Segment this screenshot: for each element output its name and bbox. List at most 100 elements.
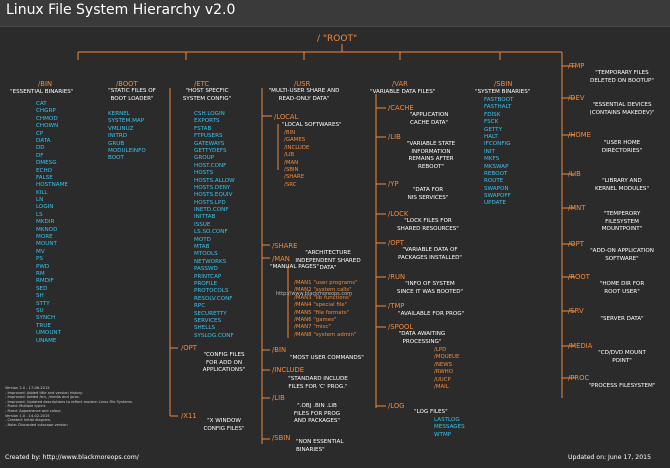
var-yp-header: /YP [388,180,399,188]
home-desc: "USER HOME DIRECTORIES" [601,140,643,154]
usr-share-header: /SHARE [272,242,298,250]
root-desc: "HOME DIR FOR ROOT USER" [599,281,645,295]
list-item: CHOWN [36,123,59,130]
list-item: MKFS [484,156,500,163]
list-item: CHGRP [36,108,56,115]
list-item: CHMOD [36,115,58,122]
lib-header: /LIB [568,170,581,178]
list-item: FALSE [36,174,53,181]
list-item: GATEWAYS [194,140,225,147]
list-item: SU [36,307,44,314]
opt-desc: "ADD-ON APPLICATION SOFTWARE" [590,248,654,262]
list-item: HOSTS.LPD [194,199,226,206]
list-item: FASTHALT [484,104,512,111]
list-item: LN [36,197,44,204]
var-header: /VAR [392,80,408,88]
list-item: /BIN [284,130,296,136]
boot-header: /BOOT [116,80,138,88]
root-header: /ROOT [568,273,590,281]
mnt-desc: "TEMPERORY FILESYSTEM MOUNTPOINT" [601,211,643,233]
var-lock-desc: "LOCK FILES FOR SHARED RESOURCES" [397,218,459,232]
usr-sbin-desc: "NON ESSENTIAL BINARIES" [296,439,344,453]
var-cache-header: /CACHE [388,104,414,112]
usr-local-desc: "LOCAL SOFTWARES" [282,122,342,128]
var-lib-header: /LIB [388,133,401,141]
list-item: SYNCH [36,315,56,322]
list-item: MESSAGES [434,424,465,431]
list-item: /NEWS [434,361,453,368]
list-item: /MAN1 "user programs" [294,280,358,286]
list-item: REBOOT [484,170,508,177]
usr-local-list: /BIN/GAMES/INCLUDE/LIB/MAN/SBIN/SHARE/SR… [284,130,309,189]
list-item: STTY [36,300,50,307]
var-log-desc: "LOG FILES" [414,409,448,415]
list-item: VMLINUZ [108,125,134,132]
list-item: PS [36,256,43,263]
tmp-header: /TMP [568,62,585,70]
list-item: DMESG [36,160,57,167]
list-item: FASTBOOT [484,97,514,103]
list-item: /MAN5 "file formats" [294,309,350,316]
list-item: FSTAB [194,125,212,132]
list-item: /MAN7 "misc" [294,324,331,331]
var-tmp-header: /TMP [388,302,405,310]
list-item: MOTD [194,236,211,243]
var-run-desc: "INFO OF SYSTEM SINCE IT WAS BOOTED" [396,281,464,295]
list-item: ISSUE [194,221,211,228]
list-item: INIT [484,148,495,155]
list-item: /SHARE [284,174,305,181]
list-item: CP [36,130,44,137]
etc-x11-desc: "X WINDOW CONFIG FILES" [203,418,245,432]
var-spool-list: /LPD/MQUEUE/NEWS/RWHO/UUCP/MAIL [434,347,459,391]
list-item: /MAN4 "special file" [294,302,348,309]
list-item: MODULEINFO [108,147,146,154]
usr-desc: "MULTI-USER SHARE AND READ-ONLY DATA" [268,88,340,102]
home-header: /HOME [568,131,591,139]
proc-desc: "PROCESS FILESYSTEM" [588,383,656,389]
usr-local-header: /LOCAL [274,113,299,121]
list-item: ECHO [36,167,53,174]
list-item: LS [36,211,43,218]
list-item: PRINTCAP [194,273,222,280]
usr-lib-desc: ".OBJ .BIN .LIB FILES FOR PROG AND PACKA… [293,403,341,425]
list-item: SH [36,293,44,300]
list-item: /SRC [284,181,297,188]
usr-sbin-header: /SBIN [272,434,291,442]
usr-man-header: /MAN [272,255,290,263]
usr-bin-header: /BIN [272,346,287,354]
list-item: FDISK [484,111,501,118]
list-item: FSCK [484,119,499,126]
list-item: UPDATE [484,200,507,207]
list-item: /LPD [434,347,447,353]
list-item: HOSTS.EQUIV [194,192,233,199]
list-item: HALT [484,133,498,140]
sbin-header: /SBIN [494,80,513,88]
list-item: EXPORTS [194,118,220,125]
watermark-url: http://www.blackmoreops.com [276,291,353,297]
boot-desc: "STATIC FILES OF BOOT LOADER" [108,88,156,102]
lib-desc: "LIBRARY AND KERNEL MODULES" [594,178,650,192]
list-item: MV [36,248,45,255]
list-item: RMDIF [36,278,54,285]
list-item: PASSWD [194,266,218,273]
bin-header: /BIN [38,80,53,88]
var-lock-header: /LOCK [388,210,409,218]
list-item: /SBIN [284,166,299,173]
list-item: /MAN [284,159,299,166]
list-item: DF [36,152,44,159]
list-item: MKSWAP [484,163,509,170]
etc-opt-header: /OPT [181,344,197,352]
bin-desc: "ESSENTIAL BINARIES" [10,89,74,95]
list-item: /UUCP [434,376,451,383]
list-item: MKNOD [36,226,58,233]
etc-desc: "HOST SPECFIC SYSTEM CONFIG" [182,88,232,102]
list-item: RPC [194,303,206,310]
root-dir-label: / "ROOT" [317,34,358,44]
etc-list: CSH.LOGIN EXPORTS FSTAB FTPUSERS GATEWAYS GET… [194,111,235,340]
list-item: SECURETTY [194,310,227,317]
list-item: HOSTS [194,170,214,177]
list-item: NETWORKS [194,258,227,265]
list-item: /RWHO [434,369,453,376]
usr-header: /USR [294,80,311,88]
dev-desc: "ESSENTIAL DEVICES (CONTAINS MAKEDEV)" [589,102,655,116]
